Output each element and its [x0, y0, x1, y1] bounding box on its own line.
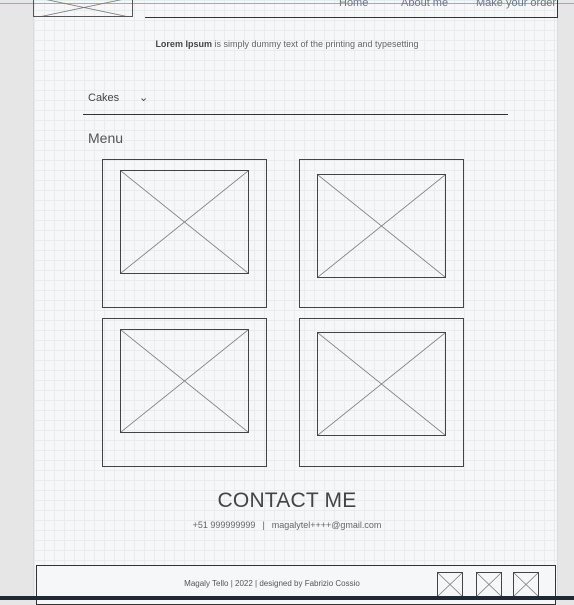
- contact-info: +51 999999999 | magalytel++++@gmail.com: [0, 520, 574, 530]
- nav-about-me[interactable]: About me: [401, 0, 448, 9]
- nav-home[interactable]: Home: [339, 0, 368, 9]
- social-link[interactable]: [476, 572, 502, 597]
- nav-make-your-order[interactable]: Make your order: [476, 0, 556, 9]
- image-placeholder-icon: [41, 0, 127, 16]
- tagline-bold: Lorem Ipsum: [155, 39, 212, 49]
- image-placeholder-icon: [477, 573, 501, 596]
- social-link[interactable]: [437, 572, 463, 597]
- image-placeholder-icon: [120, 170, 249, 274]
- menu-card[interactable]: [102, 318, 267, 467]
- contact-separator: |: [262, 520, 265, 530]
- logo-placeholder[interactable]: [33, 0, 133, 17]
- menu-card[interactable]: [299, 159, 464, 308]
- category-select-value: Cakes: [88, 92, 120, 104]
- main-nav: Home About me Make your order: [145, 0, 558, 11]
- category-select[interactable]: Cakes ⌄: [83, 88, 508, 115]
- nav-underline: [145, 17, 558, 18]
- menu-card[interactable]: [299, 318, 464, 467]
- social-link[interactable]: [513, 572, 539, 597]
- tagline: Lorem Ipsum is simply dummy text of the …: [0, 39, 574, 49]
- nav-edge: [557, 0, 558, 17]
- image-placeholder-icon: [120, 329, 249, 433]
- menu-card[interactable]: [102, 159, 267, 308]
- contact-phone[interactable]: +51 999999999: [193, 520, 256, 530]
- contact-title: CONTACT ME: [217, 489, 357, 512]
- menu-title: Menu: [88, 130, 124, 146]
- image-placeholder-icon: [317, 174, 446, 278]
- chevron-down-icon: ⌄: [139, 92, 149, 104]
- image-placeholder-icon: [438, 573, 462, 596]
- contact-email[interactable]: magalytel++++@gmail.com: [272, 520, 382, 530]
- image-placeholder-icon: [514, 573, 538, 596]
- bottom-bar: [0, 596, 574, 600]
- image-placeholder-icon: [317, 332, 446, 436]
- tagline-text: is simply dummy text of the printing and…: [211, 39, 419, 49]
